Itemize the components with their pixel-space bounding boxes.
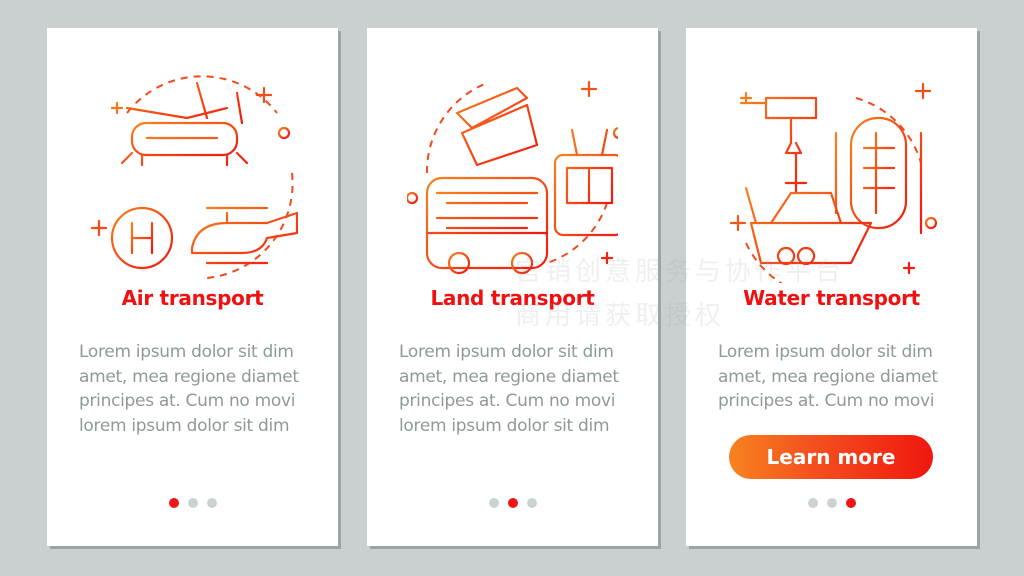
- page-dot[interactable]: [526, 498, 537, 508]
- page-dot-active[interactable]: [168, 498, 179, 508]
- boat-icon: [729, 82, 937, 283]
- bus-icon: [407, 80, 618, 275]
- page-dot[interactable]: [488, 498, 499, 508]
- page-dot[interactable]: [807, 498, 818, 508]
- page-dot[interactable]: [206, 498, 217, 508]
- onboarding-card-air: Air transport Lorem ipsum dolor sit dim …: [47, 28, 338, 546]
- page-dot[interactable]: [187, 498, 198, 508]
- card-description: Lorem ipsum dolor sit dim amet, mea regi…: [79, 342, 299, 436]
- card-title: Air transport: [121, 286, 264, 310]
- helicopter-icon: [90, 75, 298, 279]
- pagination-dots: [686, 498, 977, 508]
- page-dot-active[interactable]: [845, 498, 856, 508]
- page-dot-active[interactable]: [507, 498, 518, 508]
- card-title: Water transport: [743, 286, 920, 310]
- learn-more-button[interactable]: Learn more: [729, 435, 933, 479]
- card-title: Land transport: [430, 286, 595, 310]
- onboarding-card-land: Land transport Lorem ipsum dolor sit dim…: [367, 28, 658, 546]
- onboarding-card-water: Water transport Lorem ipsum dolor sit di…: [686, 28, 977, 546]
- pagination-dots: [47, 498, 338, 508]
- card-description: Lorem ipsum dolor sit dim amet, mea regi…: [399, 342, 619, 436]
- page-dot[interactable]: [826, 498, 837, 508]
- card-description: Lorem ipsum dolor sit dim amet, mea regi…: [718, 342, 938, 411]
- pagination-dots: [367, 498, 658, 508]
